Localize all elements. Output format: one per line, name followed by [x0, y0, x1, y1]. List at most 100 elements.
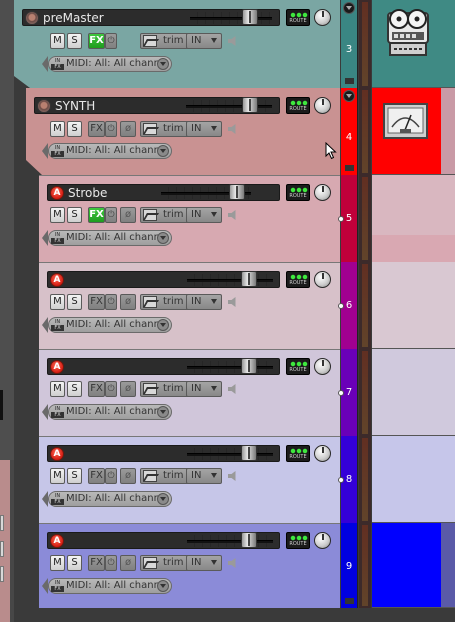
phase-invert-button[interactable]: ø	[120, 555, 136, 571]
track-number-4[interactable]: 4	[341, 88, 358, 175]
mute-button[interactable]: M	[50, 207, 65, 223]
monitor-button[interactable]	[225, 294, 241, 310]
route-button[interactable]: ROUTE	[286, 358, 310, 375]
item-lane[interactable]	[372, 262, 455, 349]
envelope-button[interactable]: trim	[140, 207, 192, 223]
envelope-button[interactable]: trim	[140, 468, 192, 484]
folder-icon[interactable]	[345, 165, 354, 171]
pan-knob[interactable]	[314, 532, 331, 549]
fx-bypass-button[interactable]: ⏻	[105, 381, 117, 397]
phase-invert-button[interactable]: ø	[120, 468, 136, 484]
envelope-button[interactable]: trim	[140, 294, 192, 310]
fx-button[interactable]: FX	[88, 207, 105, 223]
input-button[interactable]: IN	[186, 381, 222, 397]
fader-handle[interactable]	[242, 9, 258, 25]
track-name[interactable]: SYNTH	[55, 99, 95, 113]
item-lane-empty[interactable]	[441, 523, 455, 608]
volume-fader[interactable]	[190, 9, 272, 26]
pan-knob[interactable]	[314, 97, 331, 114]
midi-input-selector[interactable]: IN FX MIDI: All: All chann	[48, 578, 172, 594]
track-synth[interactable]: SYNTH ROUTE M S FX ⏻ ø trim IN IN FX MIDI…	[26, 88, 340, 175]
left-panel-control[interactable]	[0, 541, 4, 557]
collapse-folder-icon[interactable]	[343, 2, 355, 14]
monitor-button[interactable]	[225, 207, 241, 223]
track-track9[interactable]: A ROUTE M S FX ⏻ ø trim IN IN FX MIDI: All: All cha…	[39, 523, 340, 608]
collapse-folder-icon[interactable]	[343, 90, 355, 102]
route-button[interactable]: ROUTE	[286, 445, 310, 462]
midi-input-selector[interactable]: IN FX MIDI: All: All chann	[48, 317, 172, 333]
phase-invert-button[interactable]: ø	[120, 121, 136, 137]
route-button[interactable]: ROUTE	[286, 271, 310, 288]
pan-knob[interactable]	[314, 184, 331, 201]
input-button[interactable]: IN	[186, 468, 222, 484]
monitor-button[interactable]	[225, 121, 241, 137]
monitor-button[interactable]	[225, 33, 241, 49]
track-name[interactable]: Strobe	[68, 186, 107, 200]
record-arm-button[interactable]: A	[50, 447, 64, 461]
mute-button[interactable]: M	[50, 468, 65, 484]
item-lane[interactable]	[372, 349, 455, 436]
item-lane[interactable]	[372, 523, 441, 608]
solo-button[interactable]: S	[67, 33, 82, 49]
track-track8[interactable]: A ROUTE M S FX ⏻ ø trim IN IN FX MIDI: All: All cha…	[39, 436, 340, 523]
fader-handle[interactable]	[229, 184, 245, 200]
solo-button[interactable]: S	[67, 468, 82, 484]
pan-knob[interactable]	[314, 9, 331, 26]
volume-fader[interactable]	[161, 184, 251, 201]
folder-icon[interactable]	[345, 78, 354, 84]
fx-bypass-button[interactable]: ⏻	[105, 555, 117, 571]
record-arm-button[interactable]	[37, 99, 51, 113]
record-arm-button[interactable]: A	[50, 360, 64, 374]
fx-bypass-button[interactable]: ⏻	[105, 121, 117, 137]
route-button[interactable]: ROUTE	[286, 97, 310, 114]
pan-knob[interactable]	[314, 445, 331, 462]
left-panel-control[interactable]	[0, 515, 4, 531]
fader-handle[interactable]	[241, 532, 257, 548]
folder-icon[interactable]	[345, 598, 354, 604]
fx-bypass-button[interactable]: ⏻	[105, 33, 117, 49]
pan-knob[interactable]	[314, 358, 331, 375]
envelope-button[interactable]: trim	[140, 33, 192, 49]
envelope-button[interactable]: trim	[140, 555, 192, 571]
record-arm-button[interactable]: A	[50, 273, 64, 287]
route-button[interactable]: ROUTE	[286, 184, 310, 201]
midi-input-selector[interactable]: IN FX MIDI: All: All chann	[48, 230, 172, 246]
track-track7[interactable]: A ROUTE M S FX ⏻ ø trim IN IN FX MIDI: All: All cha…	[39, 349, 340, 436]
midi-input-selector[interactable]: IN FX MIDI: All: All chann	[48, 491, 172, 507]
track-premaster[interactable]: preMaster ROUTE M S FX ⏻ trim IN IN FX MI…	[14, 0, 340, 88]
midi-input-selector[interactable]: IN FX MIDI: All: All chann	[48, 404, 172, 420]
item-lane-empty[interactable]	[441, 88, 455, 175]
track-number-9[interactable]: 9	[341, 523, 358, 608]
route-button[interactable]: ROUTE	[286, 9, 310, 26]
mute-button[interactable]: M	[50, 33, 65, 49]
envelope-button[interactable]: trim	[140, 121, 192, 137]
input-button[interactable]: IN	[186, 555, 222, 571]
monitor-button[interactable]	[225, 381, 241, 397]
phase-invert-button[interactable]: ø	[120, 207, 136, 223]
record-arm-button[interactable]: A	[50, 186, 64, 200]
fx-button[interactable]: FX	[88, 555, 105, 571]
route-button[interactable]: ROUTE	[286, 532, 310, 549]
fx-button[interactable]: FX	[88, 468, 105, 484]
track-number-3[interactable]: 3	[341, 0, 358, 88]
input-button[interactable]: IN	[186, 294, 222, 310]
midi-input-selector[interactable]: IN FX MIDI: All: All chann	[48, 56, 172, 72]
input-button[interactable]: IN	[186, 121, 222, 137]
mute-button[interactable]: M	[50, 555, 65, 571]
volume-fader[interactable]	[187, 532, 273, 549]
monitor-button[interactable]	[225, 555, 241, 571]
volume-fader[interactable]	[187, 445, 273, 462]
fx-button[interactable]: FX	[88, 33, 105, 49]
mute-button[interactable]: M	[50, 294, 65, 310]
solo-button[interactable]: S	[67, 381, 82, 397]
envelope-button[interactable]: trim	[140, 381, 192, 397]
solo-button[interactable]: S	[67, 207, 82, 223]
input-button[interactable]: IN	[186, 207, 222, 223]
track-number-7[interactable]: 7	[338, 349, 358, 436]
mute-button[interactable]: M	[50, 381, 65, 397]
solo-button[interactable]: S	[67, 121, 82, 137]
fader-handle[interactable]	[241, 271, 257, 287]
fx-button[interactable]: FX	[88, 121, 105, 137]
volume-fader[interactable]	[187, 271, 273, 288]
fx-button[interactable]: FX	[88, 381, 105, 397]
